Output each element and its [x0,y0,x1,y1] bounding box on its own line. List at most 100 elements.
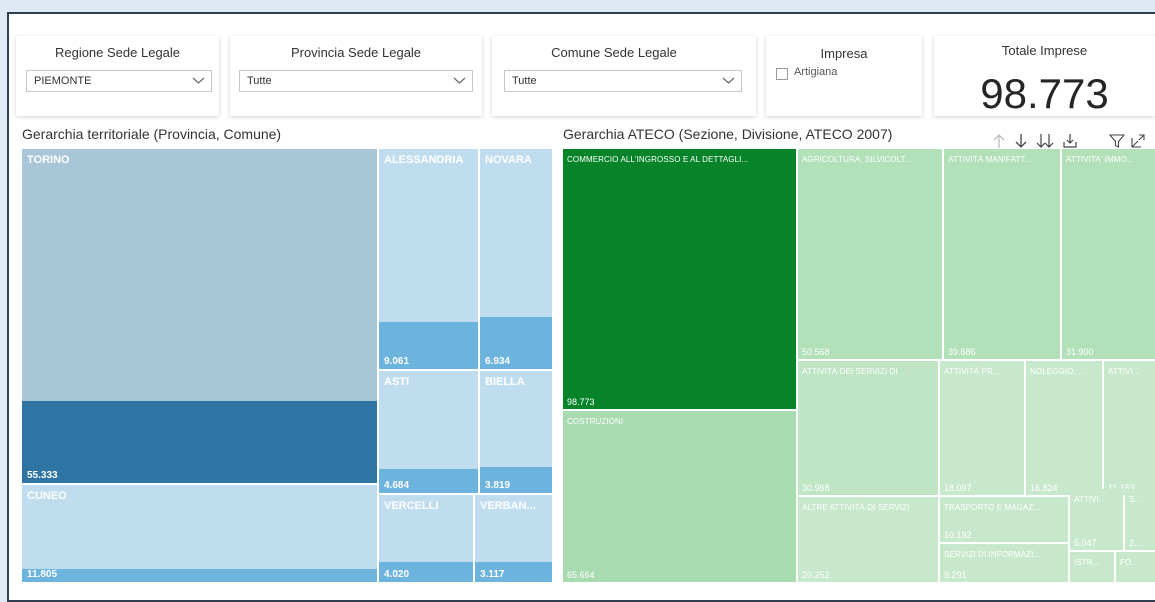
tile-label: ATTIVITÀ DEI SERVIZI DI ... [802,367,908,376]
tile-label: VERBAN... [480,500,536,512]
slicer-comune-title: Comune Sede Legale [551,45,677,60]
tile-servizi-alloggio[interactable]: ATTIVITÀ DEI SERVIZI DI ... 30.968 [798,361,938,495]
tile-value: 4.020 [384,569,410,580]
tile-cuneo[interactable]: CUNEO 11.805 [22,485,377,582]
provincia-dropdown-value: Tutte [247,75,272,87]
tile-label: TRASPORTO E MAGAZ... [944,503,1041,512]
kpi-title: Totale Imprese [1001,43,1088,58]
tile-altre-attivita[interactable]: ALTRE ATTIVITÀ DI SERVIZI 20.252 [798,497,938,582]
tile-label: COMMERCIO ALL'INGROSSO E AL DETTAGLI... [567,155,749,164]
tile-s-small[interactable]: S... 2.... [1125,489,1155,550]
tile-value: 9.061 [384,356,410,367]
provincia-dropdown[interactable]: Tutte [239,70,473,92]
tile-label: ATTIVITÀ PR... [944,367,1000,376]
expand-all-icon[interactable] [1036,133,1054,149]
visual-toolbar [990,133,1155,149]
tile-label: SERVIZI DI INFORMAZI... [944,550,1041,559]
tile-commercio[interactable]: COMMERCIO ALL'INGROSSO E AL DETTAGLI... … [563,149,796,409]
slicer-impresa: Impresa Artigiana [766,36,922,116]
tile-costruzioni[interactable]: COSTRUZIONI 65.664 [563,411,796,582]
tile-label: ATTIVI... [1108,367,1140,376]
slicer-regione: Regione Sede Legale PIEMONTE [16,36,219,116]
territorial-chart-title: Gerarchia territoriale (Provincia, Comun… [22,126,282,142]
tile-label: ATTIVI... [1074,495,1106,504]
tile-value: 9.291 [944,570,967,580]
comune-dropdown[interactable]: Tutte [504,70,742,92]
tile-label: ALESSANDRIA [384,154,464,166]
kpi-value: 98.773 [980,70,1109,117]
tile-label: AGRICOLTURA, SILVICOLT... [802,155,912,164]
slicer-impresa-title: Impresa [820,46,868,61]
slicer-regione-title: Regione Sede Legale [54,45,181,60]
tile-label: NOLEGGIO, ... [1030,367,1086,376]
artigiana-checkbox[interactable] [776,68,788,80]
tile-noleggio[interactable]: NOLEGGIO, ... 16.824 [1026,361,1102,495]
tile-value: 6.934 [485,356,511,367]
tile-torino[interactable]: TORINO 55.333 [22,149,377,483]
tile-label: VERCELLI [384,500,439,512]
tile-label: NOVARA [485,154,532,166]
tile-biella[interactable]: BIELLA 3.819 [480,371,552,493]
tile-value: 30.968 [802,483,830,493]
tile-value: 55.333 [27,470,58,481]
tile-immobiliari[interactable]: ATTIVITA' IMMO... 31.900 [1062,149,1155,359]
tile-trasporto[interactable]: TRASPORTO E MAGAZ... 10.192 [940,497,1068,542]
tile-label: COSTRUZIONI [567,417,624,426]
tile-value: 98.773 [567,397,595,407]
tile-professionali[interactable]: ATTIVITÀ PR... 18.097 [940,361,1024,495]
tile-istruzione[interactable]: ISTR... [1070,552,1114,582]
chevron-down-icon [453,77,466,84]
tile-vercelli[interactable]: VERCELLI 4.020 [379,495,473,582]
tile-attivita-small[interactable]: ATTIVI... 11.153 [1104,361,1155,495]
drill-up-icon[interactable] [992,133,1006,149]
tile-fo-small[interactable]: FO... [1116,552,1155,582]
chevron-down-icon [192,77,205,84]
tile-label: FO... [1120,558,1139,567]
tile-label: TORINO [27,154,70,166]
kpi-card: Totale Imprese 98.773 [934,36,1155,117]
tile-value: 18.097 [944,483,972,493]
tile-label: S... [1129,495,1142,504]
tile-value: 10.192 [944,530,972,540]
tile-value: 50.568 [802,347,830,357]
tile-value: 2.... [1129,538,1145,548]
slicer-provincia: Provincia Sede Legale Tutte [230,36,482,116]
tile-label: ATTIVITÀ MANIFATT... [948,155,1032,164]
tile-value: 3.117 [480,569,505,580]
artigiana-label: Artigiana [794,66,838,78]
slicer-provincia-title: Provincia Sede Legale [290,45,422,60]
tile-novara[interactable]: NOVARA 6.934 [480,149,552,369]
tile-value: 11.805 [27,569,58,580]
tile-label: BIELLA [485,376,525,388]
tile-agricoltura[interactable]: AGRICOLTURA, SILVICOLT... 50.568 [798,149,942,359]
filter-icon[interactable] [1109,133,1125,149]
tile-value: 16.824 [1030,483,1058,493]
tile-verbano[interactable]: VERBAN... 3.117 [475,495,552,582]
tile-alessandria[interactable]: ALESSANDRIA 9.061 [379,149,478,369]
tile-value: 39.686 [948,347,976,357]
tile-label: ASTI [384,376,410,388]
tile-label: ATTIVITA' IMMO... [1066,155,1134,164]
tile-value: 31.900 [1066,347,1094,357]
slicer-comune: Comune Sede Legale Tutte [492,36,756,116]
tile-label: ALTRE ATTIVITÀ DI SERVIZI [802,503,910,512]
chevron-down-icon [722,77,735,84]
expand-level-icon[interactable] [1062,133,1078,149]
tile-informazione[interactable]: SERVIZI DI INFORMAZI... 9.291 [940,544,1068,582]
tile-label: ISTR... [1074,558,1100,567]
tile-value: 65.664 [567,570,595,580]
tile-value: 3.819 [485,480,511,491]
tile-attivi-small2[interactable]: ATTIVI... 5.047 [1070,489,1123,550]
ateco-chart-title: Gerarchia ATECO (Sezione, Divisione, ATE… [563,126,893,142]
tile-manifatturiere[interactable]: ATTIVITÀ MANIFATT... 39.686 [944,149,1060,359]
comune-dropdown-value: Tutte [512,75,537,87]
tile-asti[interactable]: ASTI 4.684 [379,371,478,493]
tile-value: 5.047 [1074,538,1097,548]
drill-down-icon[interactable] [1014,133,1028,149]
regione-dropdown[interactable]: PIEMONTE [26,70,212,92]
regione-dropdown-value: PIEMONTE [34,75,92,87]
tile-value: 4.684 [384,480,410,491]
tile-value: 20.252 [802,570,830,580]
focus-mode-icon[interactable] [1130,133,1146,149]
tile-label: CUNEO [27,490,67,502]
